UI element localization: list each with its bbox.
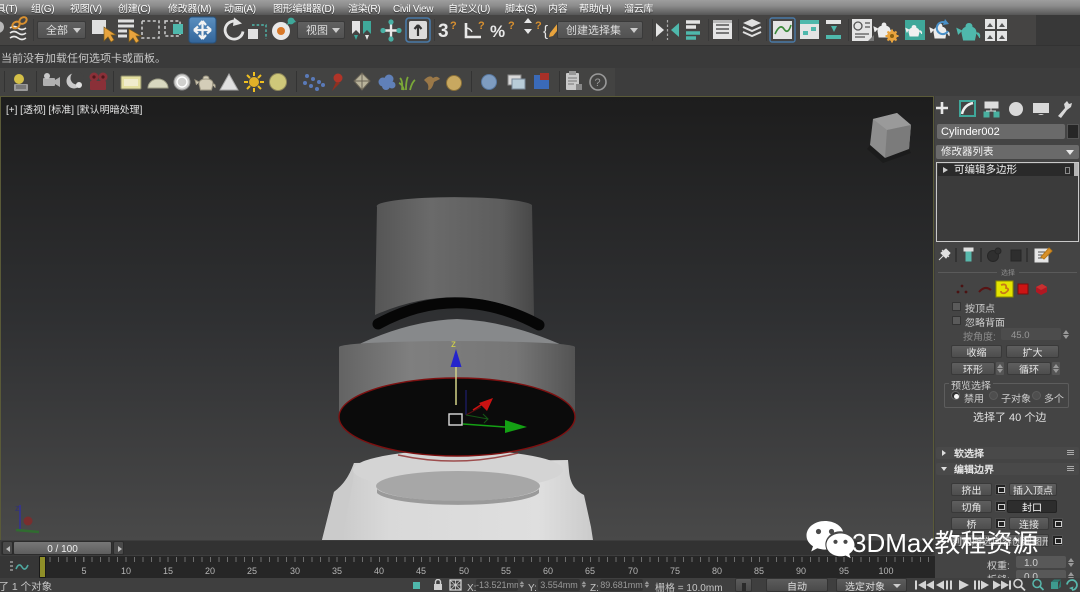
svg-text:z: z xyxy=(451,339,456,350)
svg-text:?: ? xyxy=(478,20,485,32)
svg-text:z: z xyxy=(15,503,20,513)
svg-text:?: ? xyxy=(450,20,457,32)
svg-text:?: ? xyxy=(595,77,601,89)
svg-text:?: ? xyxy=(535,20,542,32)
svg-text:{: { xyxy=(543,23,548,40)
svg-text:3: 3 xyxy=(438,21,449,42)
svg-text:%: % xyxy=(490,22,505,41)
svg-text:?: ? xyxy=(508,20,515,32)
